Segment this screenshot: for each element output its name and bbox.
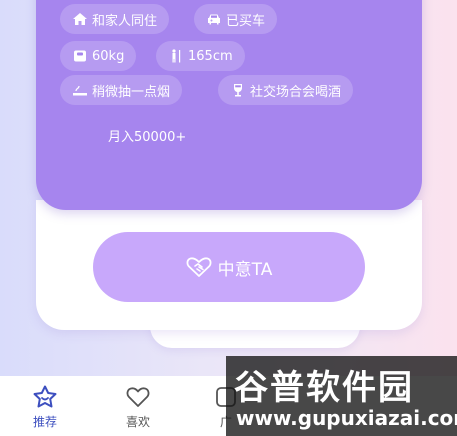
tag-weight: 60kg	[60, 41, 137, 71]
handshake-heart-icon	[186, 257, 212, 277]
tag-car: 已买车	[194, 4, 278, 34]
tag-label: 稍微抽一点烟	[92, 84, 171, 100]
wine-glass-icon	[234, 84, 242, 97]
tag-living: 和家人同住	[60, 4, 170, 34]
watermark-overlay: 谷普软件园 www.gupuxiazai.com	[226, 356, 457, 436]
tag-drinking: 社交场合会喝酒	[218, 75, 354, 105]
watermark-url: www.gupuxiazai.com	[236, 406, 457, 430]
heart-icon	[126, 387, 150, 407]
person-height-icon	[172, 49, 181, 63]
tag-height: 165cm	[156, 41, 245, 71]
tab-recommend[interactable]: 推荐	[15, 384, 75, 430]
scale-icon	[74, 50, 86, 62]
tag-label: 165cm	[188, 48, 233, 64]
car-icon	[208, 14, 220, 25]
tab-label: 推荐	[32, 415, 57, 429]
house-icon	[73, 13, 87, 25]
profile-card[interactable]: 和家人同住 已买车 60kg 165cm 稍微抽一点烟 社交场合会喝酒 月入50…	[36, 0, 422, 210]
like-button-label: 中意TA	[217, 259, 273, 280]
income-text: 月入50000+	[108, 130, 187, 145]
tag-label: 社交场合会喝酒	[250, 84, 342, 100]
tag-label: 和家人同住	[92, 13, 158, 29]
cigarette-icon	[73, 85, 87, 96]
tab-likes[interactable]: 喜欢	[108, 384, 168, 430]
tag-label: 60kg	[92, 48, 125, 64]
star-face-icon	[33, 385, 57, 408]
like-button[interactable]: 中意TA	[93, 232, 365, 302]
tab-label: 喜欢	[125, 415, 150, 429]
watermark-title: 谷普软件园	[234, 368, 414, 408]
tag-label: 已买车	[226, 13, 266, 29]
tag-smoking: 稍微抽一点烟	[60, 75, 183, 105]
